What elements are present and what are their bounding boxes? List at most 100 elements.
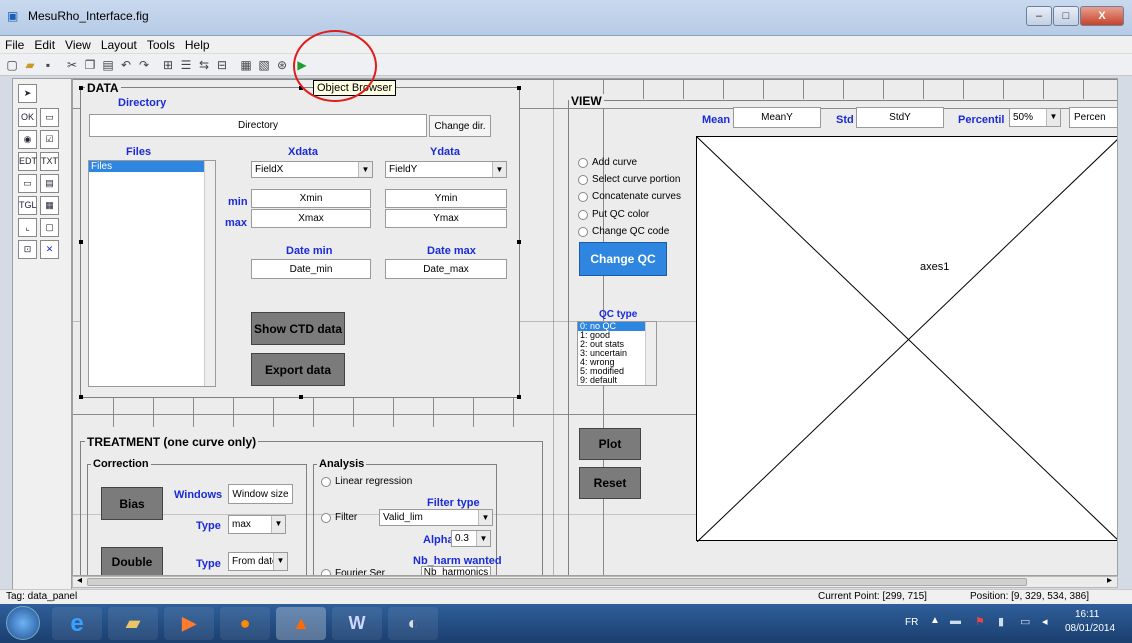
qc-type-listbox[interactable]: 0: no QC 1: good 2: out stats 3: uncerta…	[577, 321, 657, 386]
ymin-field[interactable]: Ymin	[385, 189, 507, 208]
checkbox-tool-icon[interactable]: ☑	[40, 130, 59, 149]
nb-harmonics-field[interactable]: Nb_harmonics	[421, 566, 491, 575]
date-min-field[interactable]: Date_min	[251, 259, 371, 279]
start-button[interactable]	[6, 606, 40, 640]
list-item[interactable]: Files	[89, 161, 215, 172]
chevron-down-icon[interactable]: ▼	[478, 510, 492, 525]
selection-handle[interactable]	[517, 86, 521, 90]
clock-date[interactable]: 08/01/2014	[1065, 623, 1115, 634]
menu-editor-icon[interactable]: ☰	[178, 57, 194, 73]
selection-handle[interactable]	[79, 240, 83, 244]
type-select-2[interactable]: From date ▼	[228, 552, 288, 571]
tab-order-icon[interactable]: ⇆	[196, 57, 212, 73]
axes-area[interactable]: axes1	[696, 136, 1117, 542]
linear-regression-radio[interactable]: Linear regression	[321, 476, 412, 487]
activex-tool-icon[interactable]: ✕	[40, 240, 59, 259]
export-data-button[interactable]: Export data	[251, 353, 345, 386]
ymax-field[interactable]: Ymax	[385, 209, 507, 228]
chevron-down-icon[interactable]: ▼	[358, 162, 372, 177]
internet-explorer-icon[interactable]: e	[52, 607, 102, 640]
open-folder-icon[interactable]: ▰	[22, 57, 38, 73]
date-max-field[interactable]: Date_max	[385, 259, 507, 279]
file-explorer-icon[interactable]: ▰	[108, 607, 158, 640]
object-browser-icon[interactable]: ⊛	[274, 57, 290, 73]
axes-tool-icon[interactable]: ⌞	[18, 218, 37, 237]
edit-text-tool-icon[interactable]: EDT	[18, 152, 37, 171]
concatenate-curves-radio[interactable]: Concatenate curves	[578, 191, 681, 202]
property-inspector-icon[interactable]: ▧	[256, 57, 272, 73]
xmax-field[interactable]: Xmax	[251, 209, 371, 228]
copy-icon[interactable]: ❐	[82, 57, 98, 73]
chevron-down-icon[interactable]: ▼	[1046, 109, 1060, 126]
type-select[interactable]: max ▼	[228, 515, 286, 534]
toolbar-editor-icon[interactable]: ⊟	[214, 57, 230, 73]
matlab-icon[interactable]: ▲	[276, 607, 326, 640]
media-player-icon[interactable]: ▶	[164, 607, 214, 640]
filter-type-select[interactable]: Valid_lim ▼	[379, 509, 493, 526]
chevron-down-icon[interactable]: ▼	[271, 516, 285, 533]
cut-icon[interactable]: ✂	[64, 57, 80, 73]
change-qc-code-radio[interactable]: Change QC code	[578, 226, 669, 237]
power-icon[interactable]: ▮	[998, 615, 1004, 628]
files-listbox[interactable]: Files	[88, 160, 216, 387]
undo-icon[interactable]: ↶	[118, 57, 134, 73]
scroll-thumb[interactable]	[87, 578, 1027, 586]
qc-type-scrollbar[interactable]	[645, 322, 656, 385]
selection-handle[interactable]	[79, 86, 83, 90]
mean-field[interactable]: MeanY	[733, 107, 821, 128]
layout-canvas[interactable]: DATA Directory Directory Change dir. Fil…	[72, 78, 1118, 576]
menu-help[interactable]: Help	[180, 36, 215, 54]
button-group-tool-icon[interactable]: ⊡	[18, 240, 37, 259]
add-curve-radio[interactable]: Add curve	[578, 157, 637, 168]
action-center-icon[interactable]: ⚑	[975, 615, 985, 628]
new-file-icon[interactable]: ▢	[4, 57, 20, 73]
change-dir-button[interactable]: Change dir.	[429, 115, 491, 137]
put-qc-color-radio[interactable]: Put QC color	[578, 209, 649, 220]
save-icon[interactable]: ▪	[40, 57, 56, 73]
chevron-down-icon[interactable]: ▼	[273, 553, 287, 570]
scroll-left-icon[interactable]: ◂	[77, 575, 82, 586]
alpha-select[interactable]: 0.3 ▼	[451, 530, 491, 547]
bias-button[interactable]: Bias	[101, 487, 163, 520]
volume-icon[interactable]: ◂	[1042, 615, 1048, 628]
table-tool-icon[interactable]: ▦	[40, 196, 59, 215]
selection-handle[interactable]	[79, 395, 83, 399]
window-size-field[interactable]: Window size	[228, 484, 293, 504]
percen-field[interactable]: Percen	[1069, 107, 1117, 128]
listbox-tool-icon[interactable]: ▤	[40, 174, 59, 193]
selection-handle[interactable]	[299, 395, 303, 399]
ydata-select[interactable]: FieldY ▼	[385, 161, 507, 178]
select-curve-portion-radio[interactable]: Select curve portion	[578, 174, 680, 185]
chevron-down-icon[interactable]: ▼	[476, 531, 490, 546]
menu-view[interactable]: View	[60, 36, 96, 54]
reset-button[interactable]: Reset	[579, 467, 641, 499]
horizontal-scrollbar[interactable]: ◂ ▸	[72, 575, 1118, 588]
push-button-tool-icon[interactable]: OK	[18, 108, 37, 127]
popup-menu-tool-icon[interactable]: ▭	[18, 174, 37, 193]
directory-field[interactable]: Directory	[89, 114, 427, 137]
slider-tool-icon[interactable]: ▭	[40, 108, 59, 127]
menu-file[interactable]: File	[0, 36, 29, 54]
std-field[interactable]: StdY	[856, 107, 944, 128]
static-text-tool-icon[interactable]: TXT	[40, 152, 59, 171]
radio-button-tool-icon[interactable]: ◉	[18, 130, 37, 149]
change-qc-button[interactable]: Change QC	[579, 242, 667, 276]
select-tool-icon[interactable]: ➤	[18, 84, 37, 103]
maximize-button[interactable]: □	[1053, 6, 1079, 26]
gimp-icon[interactable]: ◐	[388, 607, 438, 640]
word-icon[interactable]: W	[332, 607, 382, 640]
menu-tools[interactable]: Tools	[142, 36, 180, 54]
network-icon[interactable]: ▭	[1020, 615, 1030, 628]
firefox-icon[interactable]: ●	[220, 607, 270, 640]
files-scrollbar[interactable]	[204, 161, 215, 386]
fourier-radio[interactable]: Fourier Ser	[321, 568, 385, 575]
selection-handle[interactable]	[517, 240, 521, 244]
align-icon[interactable]: ⊞	[160, 57, 176, 73]
chevron-down-icon[interactable]: ▼	[492, 162, 506, 177]
tray-chevron-icon[interactable]: ▲	[930, 615, 940, 626]
double-button[interactable]: Double	[101, 547, 163, 575]
editor-icon[interactable]: ▦	[238, 57, 254, 73]
filter-radio[interactable]: Filter	[321, 512, 357, 523]
toggle-button-tool-icon[interactable]: TGL	[18, 196, 37, 215]
close-button[interactable]: X	[1080, 6, 1124, 26]
